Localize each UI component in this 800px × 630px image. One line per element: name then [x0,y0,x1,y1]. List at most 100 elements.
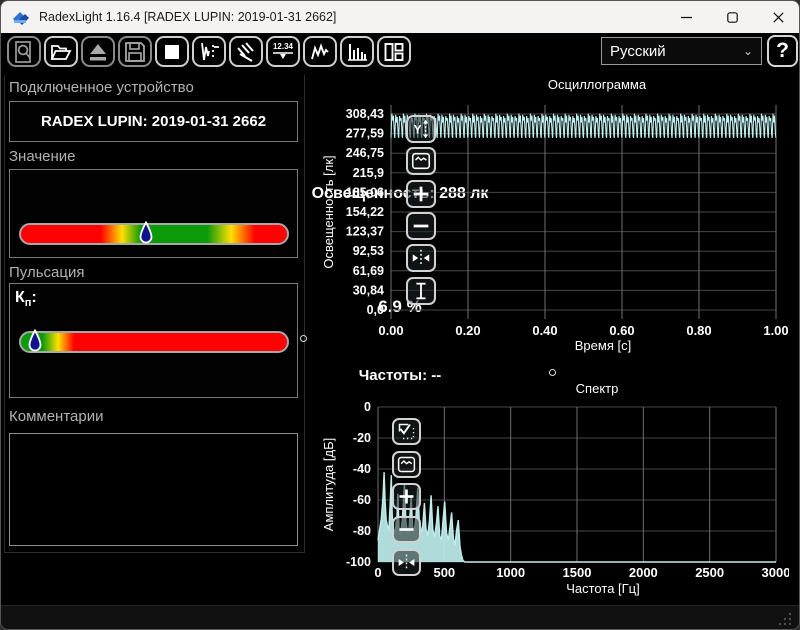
save-file-icon [123,40,147,64]
language-select[interactable]: Русский ⌄ [601,37,762,65]
language-value: Русский [610,43,743,60]
device-box: RADEX LUPIN: 2019-01-31 2662 [9,101,298,142]
spectrum-view-icon [345,40,369,64]
svg-text:215,9: 215,9 [353,166,384,180]
auto-scale-check-icon [396,421,417,442]
svg-text:2000: 2000 [629,565,658,580]
value-section-header: Значение [9,148,76,165]
svg-text:-80: -80 [353,524,371,538]
svg-text:Частота [Гц]: Частота [Гц] [566,581,640,596]
svg-text:0.80: 0.80 [686,323,711,338]
svg-text:0: 0 [364,400,371,414]
spectrum-chart[interactable]: 0-20-40-60-80-10005001000150020002500300… [319,381,789,599]
zoom-out-icon [396,519,417,540]
spc-fit-view-button[interactable] [392,451,421,478]
stop-measurement-button[interactable] [155,36,189,67]
svg-text:-40: -40 [353,462,371,476]
minimize-button[interactable] [663,1,709,33]
spc-auto-scale-button[interactable] [392,418,421,445]
osc-zoom-in-button[interactable] [406,180,436,208]
svg-text:0.60: 0.60 [609,323,634,338]
window-title: RadexLight 1.16.4 [RADEX LUPIN: 2019-01-… [39,10,336,24]
svg-text:-60: -60 [353,493,371,507]
osc-zoom-out-button[interactable] [406,212,436,240]
digital-display-button[interactable]: 12.34 [266,36,300,67]
spc-zoom-in-button[interactable] [392,483,421,510]
spc-collapse-horizontal-button[interactable] [392,549,421,576]
svg-text:154,22: 154,22 [346,205,384,219]
vertical-splitter-handle[interactable] [300,335,307,342]
svg-text:Время [с]: Время [с] [575,338,631,353]
osc-y-autoscale-button[interactable]: Y [406,115,436,143]
collapse-horizontal-icon [396,552,417,573]
svg-text:61,69: 61,69 [353,264,384,278]
open-file-icon [49,40,73,64]
pulsation-mode-button[interactable] [192,36,226,67]
vertical-range-icon [410,280,432,302]
svg-text:30,84: 30,84 [353,283,384,297]
chevron-down-icon: ⌄ [743,44,753,58]
pulsation-mode-icon [197,40,221,64]
close-button[interactable] [755,1,800,33]
svg-text:0: 0 [374,565,381,580]
layout-panels-button[interactable] [377,36,411,67]
svg-text:123,37: 123,37 [346,225,384,239]
help-button[interactable]: ? [767,35,798,67]
svg-text:2500: 2500 [695,565,724,580]
maximize-icon [727,12,738,23]
help-icon: ? [776,39,789,63]
fit-view-icon [410,150,432,172]
stop-measurement-icon [160,40,184,64]
statusbar [1,605,800,630]
layout-panels-icon [382,40,406,64]
svg-text:500: 500 [433,565,455,580]
pulsation-section-header: Пульсация [9,264,84,281]
y-autoscale-icon: Y [410,118,432,140]
digital-display-icon: 12.34 [273,43,293,51]
pulsation-scale-bar [19,331,289,353]
collapse-horizontal-icon [410,247,432,269]
svg-text:0.00: 0.00 [378,323,403,338]
svg-text:92,53: 92,53 [353,244,384,258]
osc-collapse-horizontal-button[interactable] [406,244,436,272]
zoom-in-icon [410,183,432,205]
svg-text:Y: Y [414,123,422,137]
svg-text:Спектр: Спектр [576,381,619,396]
svg-text:1000: 1000 [496,565,525,580]
osc-fit-view-button[interactable] [406,147,436,175]
svg-text:277,59: 277,59 [346,127,384,141]
app-icon [11,9,31,25]
zoom-in-icon [396,486,417,507]
svg-text:0,0: 0,0 [367,303,384,317]
device-section-header: Подключенное устройство [9,79,194,96]
fit-view-icon [396,454,417,475]
spc-zoom-out-button[interactable] [392,516,421,543]
open-file-button[interactable] [44,36,78,67]
comments-section-header: Комментарии [9,408,103,425]
svg-text:308,43: 308,43 [346,107,384,121]
resize-grip-icon[interactable] [777,611,793,627]
save-file-button[interactable] [118,36,152,67]
svg-text:246,75: 246,75 [346,146,384,160]
svg-text:1500: 1500 [563,565,592,580]
eject-device-button[interactable] [81,36,115,67]
illuminance-mode-icon [234,40,258,64]
illuminance-mode-button[interactable] [229,36,263,67]
illuminance-scale-bar [19,223,289,245]
close-icon [773,12,784,23]
svg-text:3000: 3000 [762,565,789,580]
comments-textarea[interactable] [9,433,298,546]
svg-text:Осциллограмма: Осциллограмма [548,77,647,92]
maximize-button[interactable] [709,1,755,33]
app-window: RadexLight 1.16.4 [RADEX LUPIN: 2019-01-… [0,0,800,630]
device-name: RADEX LUPIN: 2019-01-31 2662 [10,113,297,130]
eject-device-icon [86,40,110,64]
horizontal-splitter-handle[interactable] [549,369,556,376]
osc-vertical-range-button[interactable] [406,277,436,305]
svg-text:-20: -20 [353,431,371,445]
oscillogram-view-button[interactable] [303,36,337,67]
spectrum-view-button[interactable] [340,36,374,67]
oscillogram-chart[interactable]: 308,43277,59246,75215,9185,06154,22123,3… [319,77,789,359]
search-device-button[interactable] [7,36,41,67]
titlebar[interactable]: RadexLight 1.16.4 [RADEX LUPIN: 2019-01-… [1,1,800,33]
